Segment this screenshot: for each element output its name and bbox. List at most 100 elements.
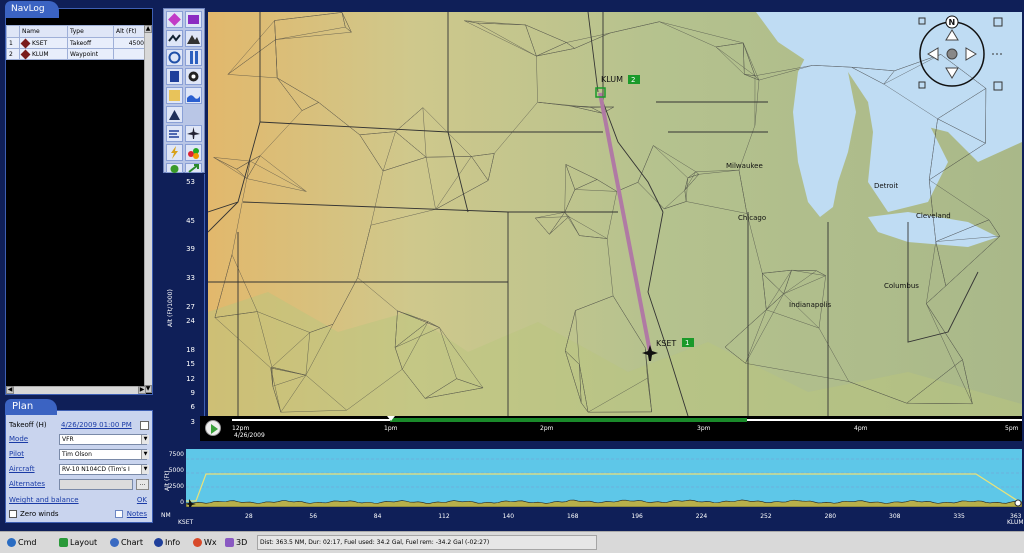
altitude-axis-label: Alt (Ft/1000)	[167, 289, 174, 327]
profile-y-tick: 2500	[168, 483, 184, 490]
play-button[interactable]	[205, 420, 221, 436]
chart-overlay-icon[interactable]	[166, 87, 183, 104]
pilot-select[interactable]: Tim Olson	[59, 449, 147, 460]
navlog-col-alt[interactable]: Alt (Ft)	[113, 25, 147, 38]
row-alt[interactable]	[113, 48, 147, 60]
table-row[interactable]: 1 KSET Takeoff 4500	[6, 37, 147, 49]
waypoint-kset-label: KSET	[656, 339, 676, 348]
chevron-down-icon[interactable]: ▼	[141, 435, 149, 444]
profile-x-tick: 308	[889, 513, 901, 520]
city-label: Columbus	[884, 282, 919, 290]
lightning-icon[interactable]	[166, 144, 183, 161]
mode-row: Mode VFR ▼	[9, 434, 153, 446]
calendar-icon[interactable]	[140, 421, 149, 430]
route-tool-icon[interactable]	[166, 11, 183, 28]
ok-link[interactable]: OK	[137, 496, 147, 504]
info-icon	[154, 538, 163, 547]
profile-x-tick: 28	[245, 513, 253, 520]
timeline-hour-label: 1pm	[384, 425, 398, 432]
navlog-tab[interactable]: NavLog	[5, 1, 59, 18]
3d-icon	[225, 538, 234, 547]
row-type[interactable]: Takeoff	[67, 37, 114, 49]
profile-x-tick: 280	[824, 513, 837, 520]
aircraft-label[interactable]: Aircraft	[9, 465, 35, 473]
alternates-field[interactable]	[59, 479, 133, 490]
airways-icon[interactable]	[166, 30, 183, 47]
mountain-icon[interactable]	[166, 106, 183, 123]
waypoint-klum-badge-text: 2	[631, 76, 635, 84]
destination-marker	[1014, 499, 1022, 507]
takeoff-label: Takeoff (H)	[9, 421, 47, 429]
profile-y-tick: 7500	[168, 451, 184, 458]
scroll-right-icon[interactable]: ▶	[138, 386, 146, 394]
aircraft-row: Aircraft RV-10 N104CD (Tim's I ▼	[9, 464, 153, 476]
profile-x-tick: 84	[373, 513, 382, 520]
recenter-icon[interactable]	[946, 48, 958, 60]
map-view[interactable]: KLUM 2 KSET 1 Milwaukee Chicago Detroit …	[208, 12, 1022, 416]
scroll-up-icon[interactable]: ▲	[144, 25, 152, 33]
radar-icon[interactable]	[185, 68, 202, 85]
terrain-icon[interactable]	[185, 30, 202, 47]
wx-button[interactable]: Wx	[190, 535, 220, 550]
info-button[interactable]: Info	[151, 535, 183, 550]
alternates-label[interactable]: Alternates	[9, 480, 45, 488]
profile-x-tick: 56	[309, 513, 318, 520]
time-slider-thumb[interactable]	[387, 416, 395, 421]
sectional-icon[interactable]	[166, 68, 183, 85]
timeline-hour-label: 5pm	[1005, 425, 1019, 432]
scroll-left-icon[interactable]: ◀	[6, 386, 14, 394]
city-label: Milwaukee	[726, 162, 763, 170]
aircraft-tool-icon[interactable]	[185, 125, 202, 142]
aircraft-select[interactable]: RV-10 N104CD (Tim's I	[59, 464, 147, 475]
pilot-row: Pilot Tim Olson ▼	[9, 449, 153, 461]
zero-winds-checkbox[interactable]	[9, 510, 17, 518]
airport-tool-icon[interactable]	[185, 11, 202, 28]
row-number: 1	[6, 37, 20, 49]
profile-plot[interactable]	[186, 449, 1022, 507]
3d-button[interactable]: 3D	[222, 535, 250, 550]
row-name[interactable]: KSET	[19, 37, 68, 49]
layers-icon[interactable]	[185, 144, 202, 161]
notes-link[interactable]: Notes	[127, 510, 147, 518]
mode-label[interactable]: Mode	[9, 435, 28, 443]
navlog-vertical-scrollbar[interactable]: ▲ ▼	[144, 25, 152, 393]
water-icon[interactable]	[185, 87, 202, 104]
altitude-tick-label: 45	[186, 217, 195, 225]
cmd-button[interactable]: Cmd	[4, 535, 39, 550]
mode-select[interactable]: VFR	[59, 434, 147, 445]
timeline-hour-label: 12pm	[232, 425, 250, 432]
runway-icon[interactable]	[185, 49, 202, 66]
navlog-col-type[interactable]: Type	[67, 25, 114, 38]
navlog-col-name[interactable]: Name	[19, 25, 68, 38]
plan-tab[interactable]: Plan	[5, 399, 57, 415]
bottom-toolbar: Cmd Layout Chart Info Wx 3D Dist: 363.5 …	[0, 531, 1024, 553]
waypoint-icon	[20, 38, 31, 48]
notes-icon[interactable]	[115, 510, 123, 518]
altitude-tick-label: 18	[186, 346, 195, 354]
vor-icon[interactable]	[166, 49, 183, 66]
pilot-label[interactable]: Pilot	[9, 450, 24, 458]
row-alt[interactable]: 4500	[113, 37, 147, 49]
chart-button[interactable]: Chart	[107, 535, 146, 550]
table-row[interactable]: 2 KLUM Waypoint	[6, 48, 147, 60]
altitude-tick-label: 27	[186, 303, 195, 311]
zero-winds-row: Zero winds Notes	[9, 509, 153, 521]
arrow-tool-icon[interactable]	[185, 163, 202, 173]
wind-icon[interactable]	[166, 125, 183, 142]
row-type[interactable]: Waypoint	[67, 48, 114, 60]
zero-winds-label: Zero winds	[20, 510, 59, 518]
weight-balance-link[interactable]: Weight and balance	[9, 496, 79, 504]
map-canvas[interactable]: KLUM 2 KSET 1 Milwaukee Chicago Detroit …	[208, 12, 1022, 416]
navlog-horizontal-scrollbar[interactable]: ◀ ▶	[6, 386, 146, 394]
altitude-tick-label: 6	[190, 403, 195, 411]
more-options-icon[interactable]: ...	[136, 479, 149, 490]
time-slider[interactable]: 12pm 1pm 2pm 3pm 4pm 5pm 4/26/2009	[200, 416, 1022, 441]
takeoff-datetime-field[interactable]: 4/26/2009 01:00 PM	[59, 420, 147, 431]
chevron-down-icon[interactable]: ▼	[141, 465, 149, 474]
waypoint-klum-label: KLUM	[601, 75, 623, 84]
globe-icon[interactable]	[166, 163, 183, 173]
layout-button[interactable]: Layout	[56, 535, 100, 550]
altitude-tick-label: 15	[186, 360, 195, 368]
chevron-down-icon[interactable]: ▼	[141, 450, 149, 459]
row-name[interactable]: KLUM	[19, 48, 68, 60]
